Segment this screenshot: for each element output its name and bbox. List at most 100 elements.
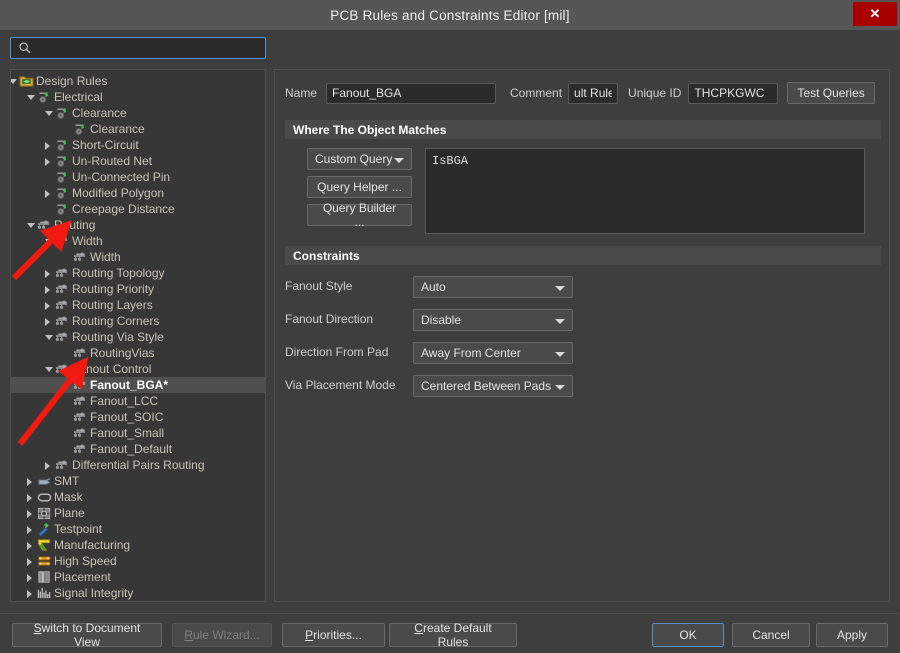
tree-item[interactable]: Plane	[11, 505, 265, 521]
tree-item-label: Plane	[54, 506, 85, 520]
tree-item[interactable]: Manufacturing	[11, 537, 265, 553]
tree-item[interactable]: Clearance	[11, 105, 265, 121]
tree-item[interactable]: Un-Routed Net	[11, 153, 265, 169]
manufacturing-icon	[37, 539, 51, 551]
electrical-rule-icon	[57, 140, 67, 151]
chevron-right-icon[interactable]	[44, 297, 53, 313]
routing-rule-icon	[55, 332, 68, 341]
tree-item[interactable]: RoutingVias	[11, 345, 265, 361]
chevron-down-icon[interactable]	[44, 105, 53, 121]
plane-icon	[37, 507, 51, 520]
tree-item[interactable]: Routing Topology	[11, 265, 265, 281]
tree-item[interactable]: Creepage Distance	[11, 201, 265, 217]
tree-item[interactable]: Signal Integrity	[11, 585, 265, 601]
tree-item[interactable]: Testpoint	[11, 521, 265, 537]
tree-item[interactable]: Routing Corners	[11, 313, 265, 329]
rule-editor-panel: Name Comment Unique ID Test Queries Wher…	[274, 69, 890, 602]
tree-item[interactable]: Short-Circuit	[11, 137, 265, 153]
comment-input[interactable]	[568, 82, 619, 104]
chevron-down-icon[interactable]	[44, 233, 53, 249]
chevron-right-icon[interactable]	[26, 505, 35, 521]
tree-item-label: Routing Topology	[72, 266, 165, 280]
design-rules-folder-icon	[19, 76, 34, 87]
unique-id-input[interactable]	[688, 82, 779, 104]
apply-button[interactable]: Apply	[816, 623, 888, 647]
tree-item[interactable]: Routing Layers	[11, 297, 265, 313]
switch-to-document-view-button[interactable]: Switch to Document View	[12, 621, 162, 649]
constraint-select[interactable]: Disable	[413, 309, 573, 331]
chevron-right-icon[interactable]	[26, 473, 35, 489]
query-pane: Custom Query Query Helper ... Query Buil…	[285, 146, 881, 236]
routing-rule-icon	[55, 284, 68, 293]
chevron-right-icon[interactable]	[44, 281, 53, 297]
electrical-rule-icon	[39, 92, 49, 103]
tree-item[interactable]: SMT	[11, 473, 265, 489]
chevron-right-icon[interactable]	[26, 489, 35, 505]
chevron-right-icon[interactable]	[44, 153, 53, 169]
tree-item[interactable]: Placement	[11, 569, 265, 585]
chevron-right-icon[interactable]	[44, 313, 53, 329]
constraint-select[interactable]: Auto	[413, 276, 573, 298]
chevron-right-icon[interactable]	[44, 137, 53, 153]
tree-item[interactable]: Fanout_Default	[11, 441, 265, 457]
tree-item[interactable]: Fanout_Small	[11, 425, 265, 441]
chevron-down-icon[interactable]	[26, 89, 35, 105]
tree-item[interactable]: Electrical	[11, 89, 265, 105]
chevron-right-icon[interactable]	[44, 265, 53, 281]
search-box[interactable]	[10, 37, 266, 59]
create-default-rules-button[interactable]: Create Default Rules	[389, 621, 517, 649]
tree-item-label: Un-Connected Pin	[72, 170, 171, 184]
tree-item[interactable]: Un-Connected Pin	[11, 169, 265, 185]
chevron-down-icon[interactable]	[26, 217, 35, 233]
priorities-button[interactable]: Priorities...	[282, 623, 385, 647]
constraint-select[interactable]: Centered Between Pads	[413, 375, 573, 397]
tree-item[interactable]: High Speed	[11, 553, 265, 569]
tree-item-label: Clearance	[72, 106, 127, 120]
routing-rule-icon	[73, 348, 86, 357]
query-helper-button[interactable]: Query Helper ...	[307, 176, 412, 198]
tree-item[interactable]: Fanout_SOIC	[11, 409, 265, 425]
tree-item[interactable]: Fanout_BGA*	[11, 377, 265, 393]
testpoint-icon	[38, 523, 49, 536]
tree-item[interactable]: Clearance	[11, 121, 265, 137]
design-rules-tree[interactable]: Design Rules Electrical Clearance Clearance…	[10, 69, 266, 602]
chevron-right-icon[interactable]	[44, 457, 53, 473]
electrical-rule-icon	[57, 204, 67, 215]
tree-item[interactable]: Routing Via Style	[11, 329, 265, 345]
rule-wizard-button[interactable]: Rule Wizard...	[172, 623, 272, 647]
tree-item-label: Fanout_Small	[90, 426, 165, 440]
chevron-down-icon[interactable]	[11, 73, 17, 89]
constraint-select[interactable]: Away From Center	[413, 342, 573, 364]
chevron-down-icon[interactable]	[44, 329, 53, 345]
tree-item[interactable]: Modified Polygon	[11, 185, 265, 201]
rule-wizard-label: Rule Wizard...	[184, 628, 260, 642]
query-textarea[interactable]	[425, 148, 865, 234]
query-builder-button[interactable]: Query Builder ...	[307, 201, 412, 229]
chevron-right-icon[interactable]	[26, 537, 35, 553]
tree-item[interactable]: Width	[11, 249, 265, 265]
scope-select[interactable]: Custom Query	[307, 148, 412, 170]
tree-item[interactable]: Fanout Control	[11, 361, 265, 377]
tree-item[interactable]: Mask	[11, 489, 265, 505]
chevron-right-icon[interactable]	[44, 185, 53, 201]
close-icon[interactable]: ✕	[853, 2, 897, 26]
cancel-button[interactable]: Cancel	[732, 623, 810, 647]
chevron-right-icon[interactable]	[26, 521, 35, 537]
chevron-right-icon[interactable]	[26, 553, 35, 569]
rules-tree-panel	[10, 37, 268, 59]
chevron-right-icon[interactable]	[26, 569, 35, 585]
ok-button[interactable]: OK	[652, 623, 724, 647]
search-input[interactable]	[35, 39, 260, 57]
chevron-right-icon[interactable]	[26, 585, 35, 601]
chevron-down-icon[interactable]	[44, 361, 53, 377]
tree-item[interactable]: Width	[11, 233, 265, 249]
tree-item[interactable]: Differential Pairs Routing	[11, 457, 265, 473]
tree-item[interactable]: Design Rules	[11, 73, 265, 89]
signal-integrity-icon	[37, 587, 51, 599]
test-queries-button[interactable]: Test Queries	[787, 82, 875, 104]
tree-item[interactable]: Routing	[11, 217, 265, 233]
chevron-down-icon	[555, 352, 565, 357]
tree-item[interactable]: Fanout_LCC	[11, 393, 265, 409]
name-input[interactable]	[326, 82, 497, 104]
tree-item[interactable]: Routing Priority	[11, 281, 265, 297]
